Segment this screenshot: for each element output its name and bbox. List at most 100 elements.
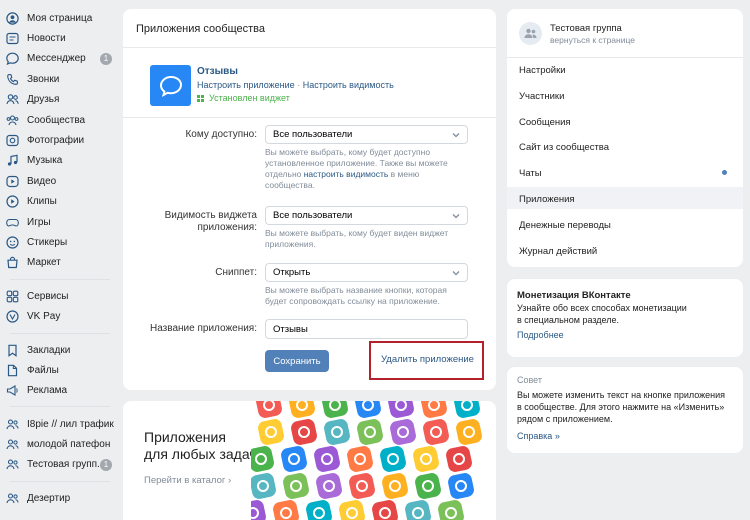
ads-icon <box>6 384 19 397</box>
nav-item-label: Игры <box>27 216 51 228</box>
group-name[interactable]: Тестовая группа <box>550 23 622 34</box>
widget-visibility-select[interactable]: Все пользователи <box>265 206 468 225</box>
nav-item-label: Музыка <box>27 155 63 167</box>
group-menu-item-1[interactable]: Участники <box>519 91 564 102</box>
help-line: приложения. <box>265 239 316 249</box>
promo-title-line: Приложения <box>144 429 226 445</box>
nav-item-items-7[interactable]: Музыка <box>6 151 118 171</box>
group-avatar[interactable] <box>519 22 542 45</box>
nav-item-groups-2[interactable]: Тестовая групп... 1 <box>6 455 118 475</box>
app-tile-icon <box>382 473 408 499</box>
app-icons-collage <box>251 401 482 520</box>
nav-divider <box>10 279 110 280</box>
nav-item-extra-0[interactable]: Закладки <box>6 340 118 360</box>
monetization-text: Узнайте обо всех способах монетизации в … <box>517 302 687 326</box>
tip-title: Совет <box>517 375 543 385</box>
label-line: приложения: <box>197 222 257 233</box>
help-line: Вы можете выбрать, кому будет виден видж… <box>265 228 449 238</box>
nav-item-bottom-0[interactable]: Дезертир <box>6 488 118 508</box>
clips-icon <box>6 195 19 208</box>
video-icon <box>6 175 19 188</box>
nav-item-items-9[interactable]: Клипы <box>6 192 118 212</box>
snippet-label: Сниппет: <box>215 267 257 278</box>
tip-card: Совет Вы можете изменить текст на кнопке… <box>507 367 743 453</box>
help-line: установленное приложение. Также вы может… <box>265 158 448 168</box>
nav-item-groups-0[interactable]: I8pie // лил трафик <box>6 414 118 434</box>
snippet-select[interactable]: Открыть <box>265 263 468 282</box>
nav-item-extra-2[interactable]: Реклама <box>6 381 118 401</box>
nav-divider <box>10 481 110 482</box>
monetization-more-link[interactable]: Подробнее <box>517 330 564 340</box>
app-tile-icon <box>324 419 350 445</box>
save-button[interactable]: Сохранить <box>265 350 329 372</box>
app-tile-icon <box>456 419 482 445</box>
app-tile-icon <box>421 401 447 418</box>
nav-item-label: Файлы <box>27 364 59 376</box>
group-menu-item-0[interactable]: Настройки <box>519 65 566 76</box>
group-menu-item-4[interactable]: Чаты <box>519 168 542 179</box>
group-menu-item-3[interactable]: Сайт из сообщества <box>519 142 609 153</box>
visibility-link[interactable]: Настроить видимость <box>303 80 394 90</box>
group-icon <box>6 438 19 451</box>
app-name-link[interactable]: Отзывы <box>197 66 238 77</box>
nav-item-services-0[interactable]: Сервисы <box>6 286 118 306</box>
app-tile-icon <box>423 419 449 445</box>
app-tile-icon <box>405 500 431 520</box>
text-line: рядом с приложением. <box>517 414 613 424</box>
nav-item-extra-1[interactable]: Файлы <box>6 360 118 380</box>
access-select[interactable]: Все пользователи <box>265 125 468 144</box>
nav-item-items-4[interactable]: Друзья <box>6 90 118 110</box>
games-icon <box>6 216 19 229</box>
setup-app-link[interactable]: Настроить приложение <box>197 80 295 90</box>
nav-item-items-6[interactable]: Фотографии <box>6 130 118 150</box>
app-tile-icon <box>438 500 464 520</box>
music-icon <box>6 154 19 167</box>
visibility-help-link[interactable]: настроить видимость <box>304 169 389 179</box>
chevron-down-icon <box>452 214 460 219</box>
catalog-link[interactable]: Перейти в каталог › <box>144 475 231 486</box>
app-tile-icon <box>349 473 375 499</box>
photo-icon <box>6 134 19 147</box>
nav-item-groups-1[interactable]: молодой патефон <box>6 434 118 454</box>
app-tile-icon <box>448 473 474 499</box>
nav-item-label: Сообщества <box>27 114 86 126</box>
nav-item-items-0[interactable]: Моя страница <box>6 8 118 28</box>
group-menu-item-5[interactable]: Приложения <box>519 194 575 205</box>
news-icon <box>6 32 19 45</box>
nav-item-items-12[interactable]: Маркет <box>6 253 118 273</box>
help-link[interactable]: Справка » <box>517 431 560 441</box>
chevron-right-icon: › <box>227 475 232 486</box>
help-line: будет сопровождать ссылку на приложение. <box>265 296 440 306</box>
promo-title-line: для любых задач <box>144 446 257 462</box>
nav-item-items-8[interactable]: Видео <box>6 171 118 191</box>
apps-promo-card: Приложения для любых задач Перейти в кат… <box>123 401 496 520</box>
nav-item-items-5[interactable]: Сообщества <box>6 110 118 130</box>
nav-item-services-1[interactable]: VK Pay <box>6 306 118 326</box>
help-text: в меню <box>388 169 420 179</box>
nav-item-items-3[interactable]: Звонки <box>6 69 118 89</box>
nav-item-items-1[interactable]: Новости <box>6 28 118 48</box>
app-icon[interactable] <box>150 65 191 106</box>
divider <box>123 117 496 118</box>
nav-item-items-2[interactable]: Мессенджер 1 <box>6 49 118 69</box>
access-help: Вы можете выбрать, кому будет доступно у… <box>265 147 475 191</box>
group-menu-item-7[interactable]: Журнал действий <box>519 246 597 257</box>
snippet-help: Вы можете выбрать название кнопки, котор… <box>265 285 475 307</box>
delete-app-link[interactable]: Удалить приложение <box>381 354 474 365</box>
friends-icon <box>6 93 19 106</box>
app-tile-icon <box>454 401 480 418</box>
nav-item-items-10[interactable]: Игры <box>6 212 118 232</box>
nav-item-items-11[interactable]: Стикеры <box>6 232 118 252</box>
app-name-input[interactable]: Отзывы <box>265 319 468 339</box>
catalog-link-text: Перейти в каталог <box>144 475 226 486</box>
market-icon <box>6 256 19 269</box>
file-icon <box>6 364 19 377</box>
group-menu-item-2[interactable]: Сообщения <box>519 117 571 128</box>
app-tile-icon <box>281 446 307 472</box>
back-to-page-link[interactable]: вернуться к странице <box>550 35 635 45</box>
nav-divider <box>10 333 110 334</box>
nav-item-label: Звонки <box>27 73 60 85</box>
app-tile-icon <box>347 446 373 472</box>
group-menu-item-6[interactable]: Денежные переводы <box>519 220 611 231</box>
help-line: отдельно настроить видимость в меню <box>265 169 475 180</box>
